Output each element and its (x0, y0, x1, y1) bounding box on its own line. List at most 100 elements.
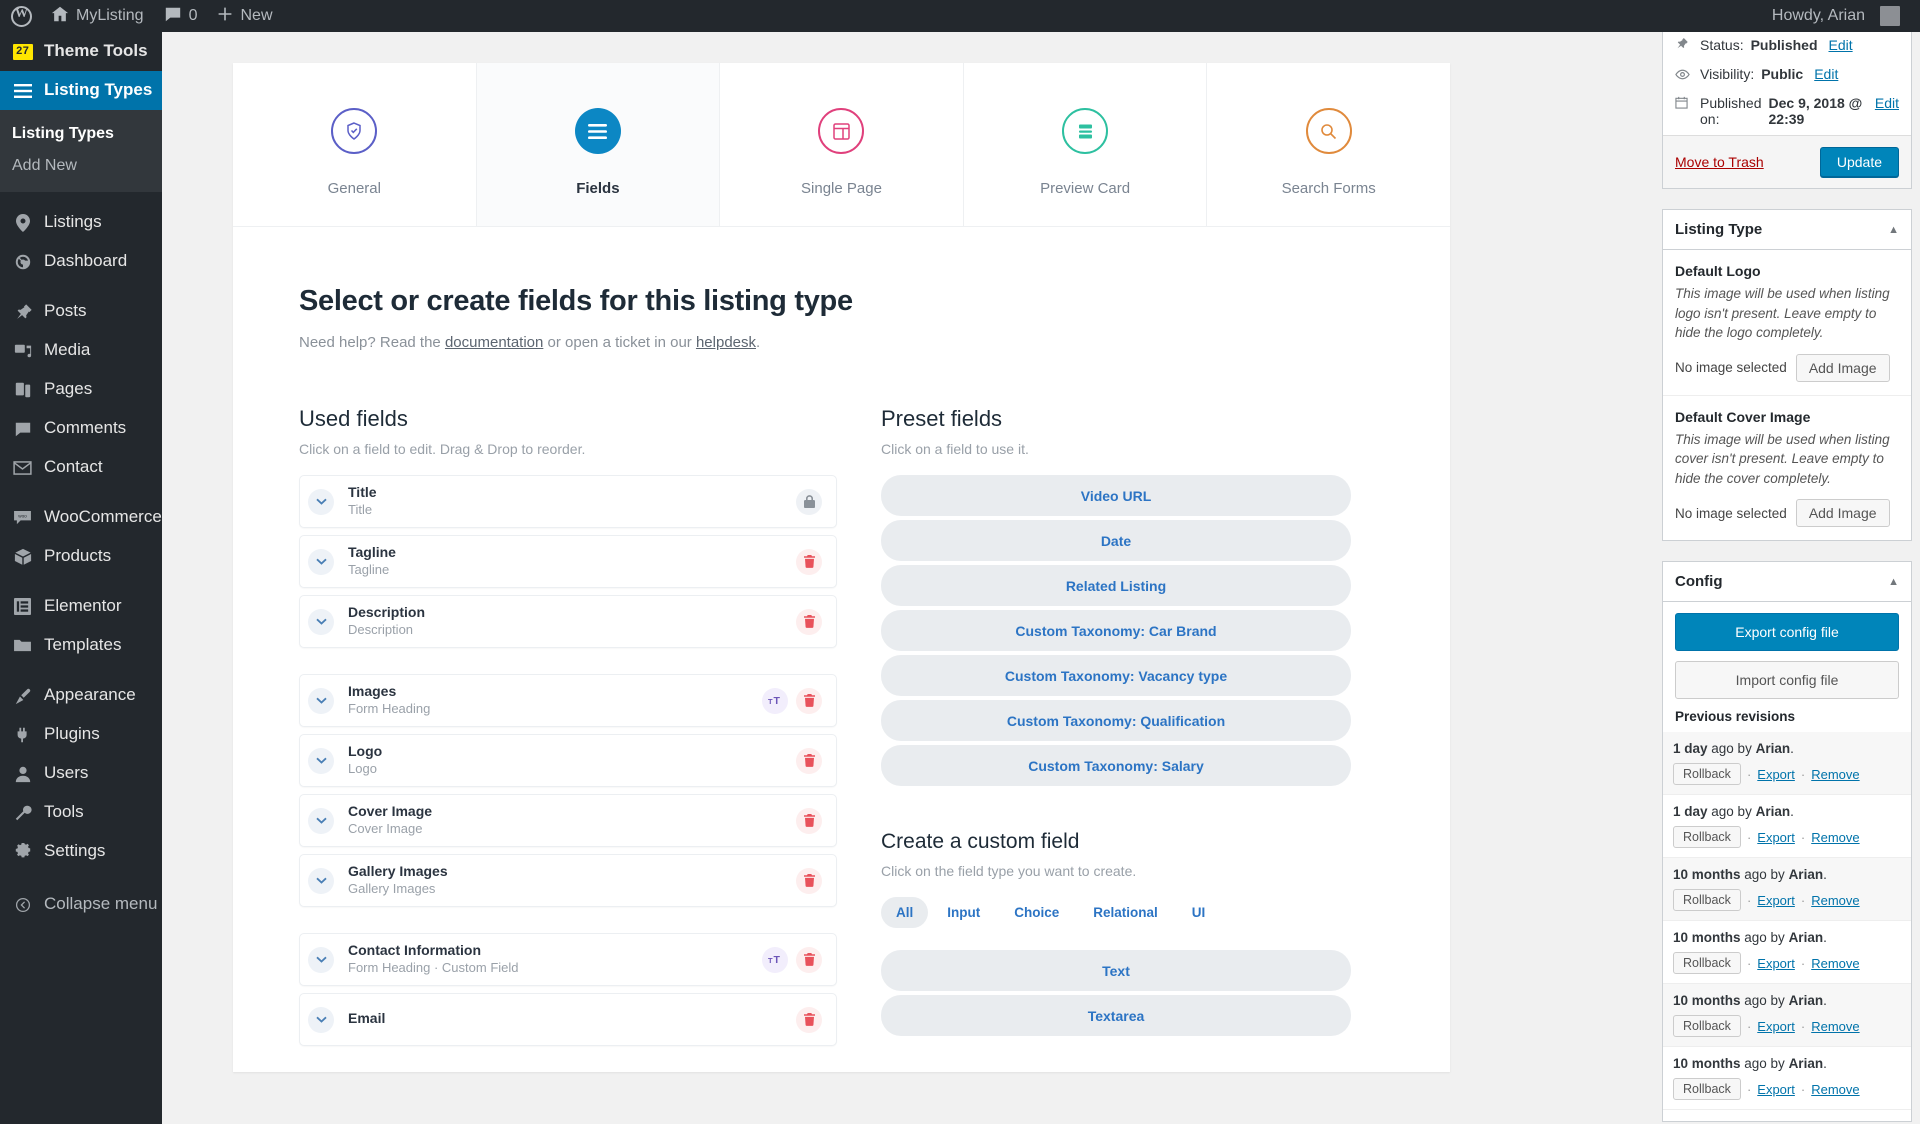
listing-type-box-header[interactable]: Listing Type ▲ (1663, 210, 1911, 250)
sidebar-item-pages[interactable]: Pages (0, 370, 162, 409)
sidebar-item-appearance[interactable]: Appearance (0, 676, 162, 715)
default-logo-add-image-button[interactable]: Add Image (1795, 353, 1890, 382)
sidebar-item-plugins[interactable]: Plugins (0, 715, 162, 754)
sidebar-item-tools[interactable]: Tools (0, 793, 162, 832)
visibility-edit-link[interactable]: Edit (1814, 66, 1838, 82)
text-format-icon[interactable]: TT (762, 946, 788, 973)
revision-remove-link[interactable]: Remove (1811, 1082, 1859, 1097)
text-format-icon[interactable]: TT (762, 687, 788, 714)
custom-field-type-textarea[interactable]: Textarea (881, 995, 1351, 1036)
rollback-button[interactable]: Rollback (1673, 763, 1741, 786)
sidebar-item-settings[interactable]: Settings (0, 832, 162, 871)
wordpress-logo-button[interactable] (0, 0, 41, 32)
sidebar-item-theme-tools[interactable]: 27 Theme Tools (0, 32, 162, 71)
revision-export-link[interactable]: Export (1757, 1082, 1795, 1097)
chevron-down-icon[interactable] (308, 608, 334, 635)
sidebar-item-woocommerce[interactable]: woo WooCommerce (0, 498, 162, 537)
tab-single-page[interactable]: Single Page (720, 63, 964, 226)
chevron-down-icon[interactable] (308, 687, 334, 714)
field-row-cover-image[interactable]: Cover Image Cover Image (299, 794, 837, 847)
revision-remove-link[interactable]: Remove (1811, 767, 1859, 782)
sidebar-item-elementor[interactable]: Elementor (0, 587, 162, 626)
filter-relational[interactable]: Relational (1078, 897, 1173, 928)
custom-field-type-text[interactable]: Text (881, 950, 1351, 991)
tab-fields[interactable]: Fields (476, 63, 721, 226)
filter-ui[interactable]: UI (1177, 897, 1221, 928)
field-row-description[interactable]: Description Description (299, 595, 837, 648)
revision-export-link[interactable]: Export (1757, 767, 1795, 782)
chevron-down-icon[interactable] (308, 488, 334, 515)
revision-export-link[interactable]: Export (1757, 956, 1795, 971)
comments-button[interactable]: 0 (154, 0, 208, 32)
chevron-up-icon[interactable]: ▲ (1888, 576, 1899, 588)
preset-field-button[interactable]: Custom Taxonomy: Salary (881, 745, 1351, 786)
preset-field-button[interactable]: Date (881, 520, 1351, 561)
default-cover-add-image-button[interactable]: Add Image (1795, 499, 1890, 528)
field-row-email[interactable]: Email (299, 993, 837, 1046)
trash-icon[interactable] (796, 687, 822, 714)
revision-export-link[interactable]: Export (1757, 830, 1795, 845)
rollback-button[interactable]: Rollback (1673, 826, 1741, 849)
field-row-tagline[interactable]: Tagline Tagline (299, 535, 837, 588)
sidebar-subitem-add-new[interactable]: Add New (0, 150, 162, 182)
rollback-button[interactable]: Rollback (1673, 952, 1741, 975)
chevron-down-icon[interactable] (308, 946, 334, 973)
rollback-button[interactable]: Rollback (1673, 1015, 1741, 1038)
trash-icon[interactable] (796, 867, 822, 894)
tab-general[interactable]: General (233, 63, 477, 226)
chevron-down-icon[interactable] (308, 747, 334, 774)
trash-icon[interactable] (796, 548, 822, 575)
move-to-trash-link[interactable]: Move to Trash (1675, 154, 1764, 170)
field-row-title[interactable]: Title Title (299, 475, 837, 528)
preset-field-button[interactable]: Custom Taxonomy: Car Brand (881, 610, 1351, 651)
site-name-button[interactable]: MyListing (41, 0, 154, 32)
trash-icon[interactable] (796, 946, 822, 973)
tab-search-forms[interactable]: Search Forms (1207, 63, 1450, 226)
my-account-button[interactable]: Howdy, Arian (1762, 0, 1920, 32)
revision-remove-link[interactable]: Remove (1811, 830, 1859, 845)
sidebar-subitem-listing-types[interactable]: Listing Types (0, 118, 162, 150)
rollback-button[interactable]: Rollback (1673, 889, 1741, 912)
chevron-down-icon[interactable] (308, 1006, 334, 1033)
import-config-button[interactable]: Import config file (1675, 661, 1899, 700)
new-content-button[interactable]: New (207, 0, 282, 32)
revision-remove-link[interactable]: Remove (1811, 1019, 1859, 1034)
sidebar-item-listing-types[interactable]: Listing Types (0, 71, 162, 110)
tab-preview-card[interactable]: Preview Card (963, 63, 1208, 226)
sidebar-item-dashboard[interactable]: Dashboard (0, 242, 162, 281)
filter-choice[interactable]: Choice (999, 897, 1074, 928)
sidebar-item-listings[interactable]: Listings (0, 203, 162, 242)
filter-input[interactable]: Input (932, 897, 995, 928)
trash-icon[interactable] (796, 608, 822, 635)
sidebar-item-media[interactable]: Media (0, 331, 162, 370)
preset-field-button[interactable]: Related Listing (881, 565, 1351, 606)
trash-icon[interactable] (796, 1006, 822, 1033)
rollback-button[interactable]: Rollback (1673, 1078, 1741, 1101)
helpdesk-link[interactable]: helpdesk (696, 334, 756, 351)
sidebar-item-contact[interactable]: Contact (0, 448, 162, 487)
sidebar-item-products[interactable]: Products (0, 537, 162, 576)
update-button[interactable]: Update (1819, 147, 1899, 177)
sidebar-item-templates[interactable]: Templates (0, 626, 162, 665)
preset-field-button[interactable]: Custom Taxonomy: Qualification (881, 700, 1351, 741)
config-box-header[interactable]: Config ▲ (1663, 562, 1911, 603)
sidebar-item-comments[interactable]: Comments (0, 409, 162, 448)
preset-field-button[interactable]: Video URL (881, 475, 1351, 516)
filter-all[interactable]: All (881, 897, 929, 928)
chevron-up-icon[interactable]: ▲ (1888, 224, 1899, 236)
collapse-menu-button[interactable]: Collapse menu (0, 885, 162, 924)
export-config-button[interactable]: Export config file (1675, 613, 1899, 652)
field-row-contact-information[interactable]: Contact Information Form Heading · Custo… (299, 933, 837, 986)
revision-remove-link[interactable]: Remove (1811, 893, 1859, 908)
field-row-images[interactable]: Images Form Heading TT (299, 674, 837, 727)
documentation-link[interactable]: documentation (445, 334, 543, 351)
published-edit-link[interactable]: Edit (1875, 95, 1899, 111)
chevron-down-icon[interactable] (308, 807, 334, 834)
revision-export-link[interactable]: Export (1757, 1019, 1795, 1034)
status-edit-link[interactable]: Edit (1829, 37, 1853, 53)
preset-field-button[interactable]: Custom Taxonomy: Vacancy type (881, 655, 1351, 696)
revision-remove-link[interactable]: Remove (1811, 956, 1859, 971)
trash-icon[interactable] (796, 807, 822, 834)
chevron-down-icon[interactable] (308, 548, 334, 575)
sidebar-item-posts[interactable]: Posts (0, 292, 162, 331)
